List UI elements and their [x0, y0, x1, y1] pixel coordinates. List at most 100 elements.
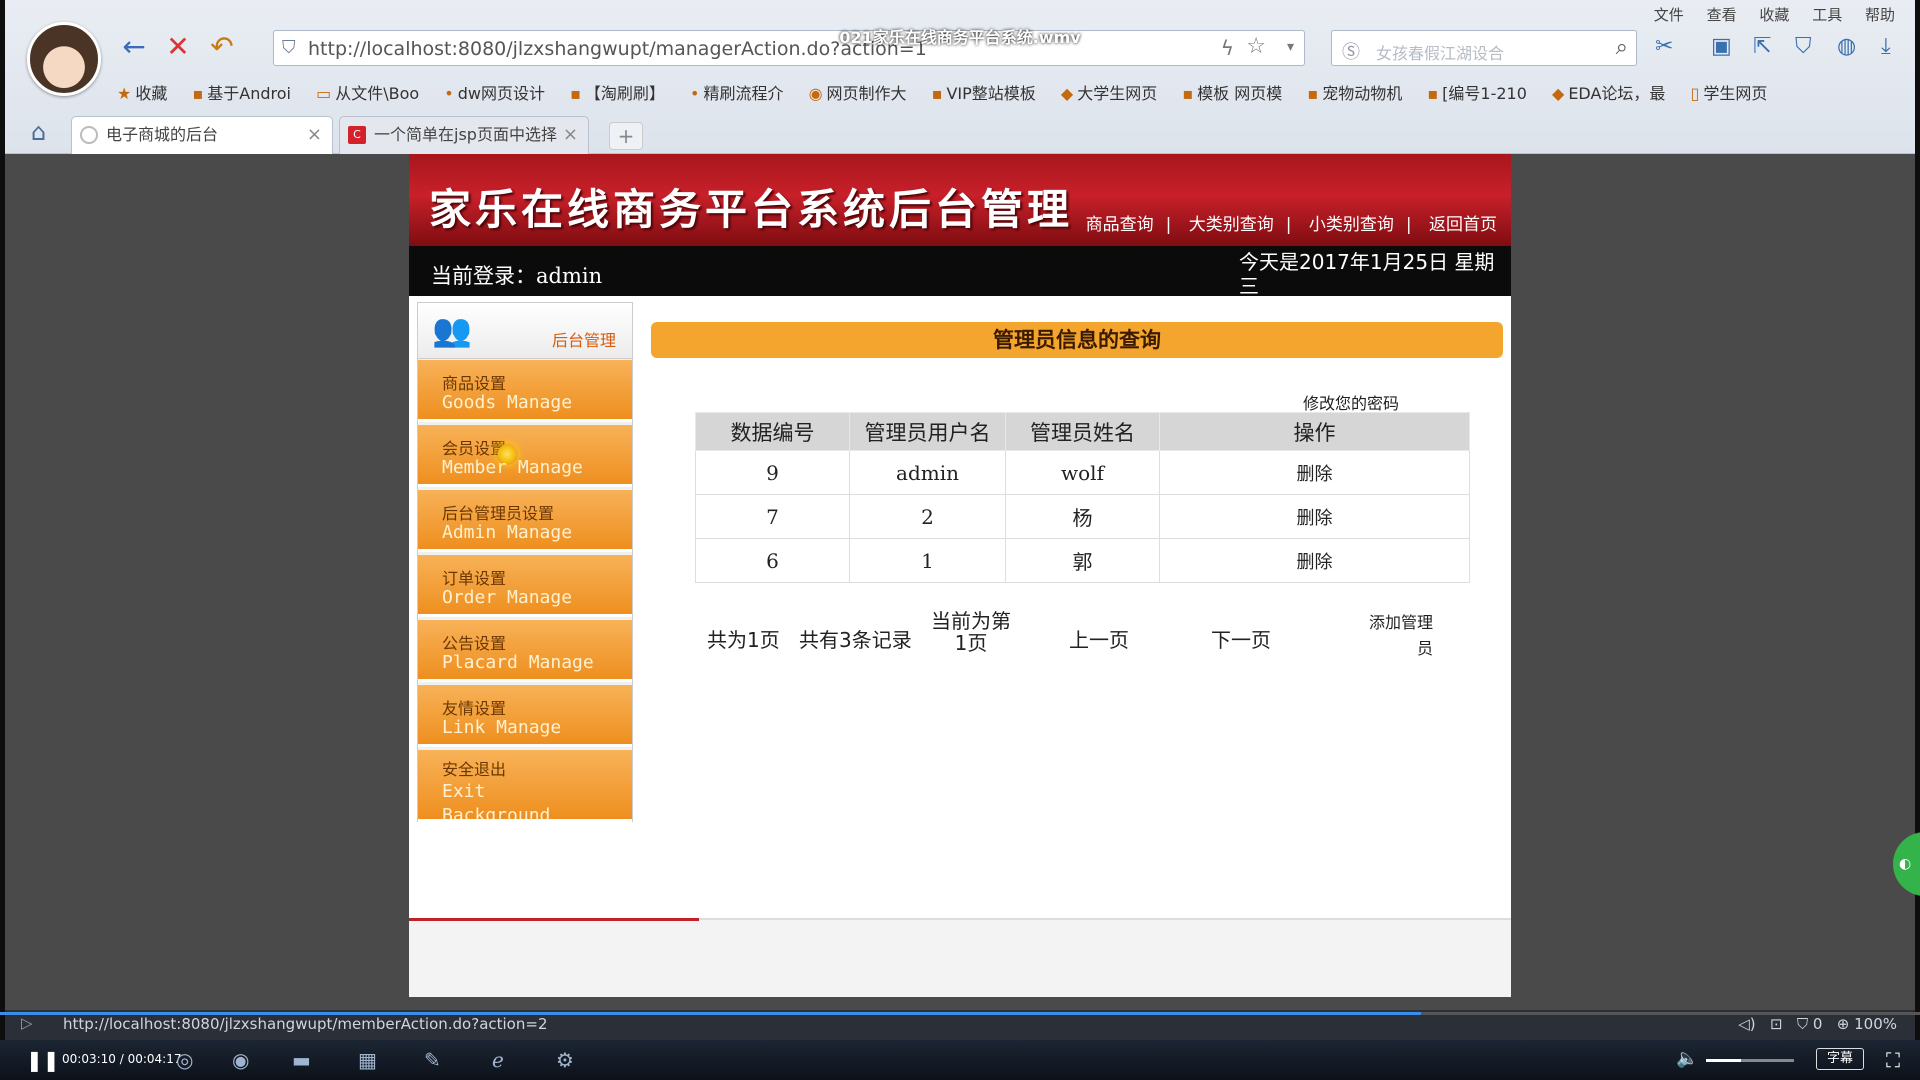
- playback-time: 00:03:10 / 00:04:17: [62, 1052, 182, 1066]
- taskbar-pen-icon[interactable]: ✎: [424, 1048, 441, 1072]
- volume-slider[interactable]: [1706, 1059, 1794, 1062]
- info-bar: 当前登录：admin 今天是2017年1月25日 星期三: [409, 246, 1511, 298]
- bookmark-item[interactable]: ▪ 【淘刷刷】: [570, 80, 665, 104]
- table-header-row: 数据编号 管理员用户名 管理员姓名 操作: [695, 412, 1470, 451]
- taskbar-app-icon[interactable]: ⚙: [556, 1048, 574, 1072]
- taskbar-folder-icon[interactable]: ▬: [292, 1048, 311, 1072]
- menu-view[interactable]: 查看: [1707, 6, 1737, 24]
- taskbar-app-icon[interactable]: ◎: [176, 1048, 193, 1072]
- bookmark-item[interactable]: ▪ VIP整站模板: [932, 80, 1036, 104]
- tab-label: 电子商城的后台: [106, 125, 219, 144]
- add-admin-link[interactable]: 添加管理员: [1363, 610, 1433, 662]
- bookmark-icon: ▪: [1307, 84, 1319, 103]
- delete-link[interactable]: 删除: [1159, 494, 1470, 539]
- taskbar-browser-icon[interactable]: ◉: [232, 1048, 249, 1072]
- menu-favorites[interactable]: 收藏: [1759, 6, 1789, 24]
- bookmarks-bar: ★ 收藏 ▪ 基于Androi ▭ 从文件\Boo • dw网页设计 ▪ 【淘刷刷】 • 精…: [117, 80, 1787, 104]
- bookmark-item[interactable]: ▭ 从文件\Boo: [316, 80, 419, 104]
- zoom-level[interactable]: 100%: [1854, 1015, 1897, 1033]
- nav-home[interactable]: 返回首页: [1429, 215, 1497, 235]
- bookmark-icon: ▪: [192, 84, 204, 103]
- taskbar-ie-icon[interactable]: ℯ: [492, 1048, 504, 1072]
- bookmark-item[interactable]: • dw网页设计: [444, 80, 545, 104]
- volume-fill: [1706, 1059, 1742, 1062]
- bookmark-item[interactable]: ▪ 基于Androi: [192, 80, 291, 104]
- menu-bar: 文件 查看 收藏 工具 帮助: [1636, 4, 1895, 25]
- nav-goods-query[interactable]: 商品查询: [1086, 215, 1154, 235]
- pause-icon[interactable]: ❚❚: [26, 1048, 60, 1072]
- bookmark-item[interactable]: • 精刷流程介: [690, 80, 783, 104]
- bookmark-item[interactable]: ▪ 宠物动物机: [1307, 80, 1402, 104]
- login-user: admin: [536, 264, 603, 288]
- sidebar-item-exit[interactable]: 安全退出 Exit Background: [418, 750, 632, 822]
- bookmark-icon: ▪: [931, 84, 943, 103]
- page-icon: ▷: [21, 1014, 33, 1032]
- sidebar-item-goods[interactable]: 商品设置 Goods Manage: [418, 360, 632, 422]
- cell-username: 2: [849, 494, 1006, 539]
- bookmark-item[interactable]: ▪ 模板 网页模: [1182, 80, 1282, 104]
- bookmark-icon: ▪: [570, 84, 581, 103]
- fullscreen-icon[interactable]: ⛶: [1886, 1048, 1900, 1072]
- bookmark-item[interactable]: ◉ 网页制作大: [809, 80, 907, 104]
- sidebar-item-placard[interactable]: 公告设置 Placard Manage: [418, 620, 632, 682]
- close-icon[interactable]: ×: [307, 117, 322, 153]
- next-page-link[interactable]: 下一页: [1211, 624, 1271, 653]
- menu-help[interactable]: 帮助: [1865, 6, 1895, 24]
- menu-tools[interactable]: 工具: [1812, 6, 1842, 24]
- sidebar-item-link[interactable]: 友情设置 Link Manage: [418, 685, 632, 747]
- bookmark-icon: ◆: [1552, 84, 1565, 103]
- delete-link[interactable]: 删除: [1159, 450, 1470, 495]
- bookmark-item[interactable]: ▪ [编号1-210: [1427, 80, 1527, 104]
- menu-file[interactable]: 文件: [1654, 6, 1684, 24]
- tab-strip: ⌂ 电子商城的后台 × C 一个简单在jsp页面中选择 × +: [5, 116, 1915, 154]
- status-right: ◁) ⊡ ⛉ 0 ⊕ 100%: [1738, 1015, 1897, 1033]
- shield-icon[interactable]: ⛉: [1797, 1015, 1808, 1033]
- loading-icon: [80, 126, 98, 144]
- change-password-link[interactable]: 修改您的密码: [1303, 390, 1399, 414]
- nav-category-query[interactable]: 大类别查询: [1189, 215, 1274, 235]
- zoom-icon[interactable]: ⊕: [1837, 1015, 1850, 1033]
- banner-title: 家乐在线商务平台系统后台管理: [429, 185, 1074, 234]
- pager-current: 当前为第1页: [931, 609, 1011, 655]
- delete-link[interactable]: 删除: [1159, 538, 1470, 583]
- close-icon[interactable]: ×: [563, 117, 578, 153]
- home-icon[interactable]: ⌂: [31, 118, 46, 146]
- status-url: http://localhost:8080/jlzxshangwupt/memb…: [63, 1015, 548, 1033]
- prev-page-link[interactable]: 上一页: [1069, 624, 1129, 653]
- cell-id: 6: [695, 538, 850, 583]
- sidebar-item-order[interactable]: 订单设置 Order Manage: [418, 555, 632, 617]
- content-title: 管理员信息的查询: [651, 322, 1503, 358]
- taskbar-app-icon[interactable]: ▦: [358, 1048, 377, 1072]
- new-tab-button[interactable]: +: [609, 122, 643, 150]
- sidebar-header-label: 后台管理: [551, 331, 616, 350]
- bookmark-item[interactable]: ◆ 大学生网页: [1061, 80, 1157, 104]
- bookmark-icon: •: [690, 84, 700, 103]
- admin-table: 数据编号 管理员用户名 管理员姓名 操作 9 admin wolf 删除 7 2…: [695, 412, 1470, 583]
- tab-admin-backend[interactable]: 电子商城的后台 ×: [71, 116, 333, 154]
- top-nav: 商品查询 | 大类别查询 | 小类别查询 | 返回首页: [1085, 215, 1497, 235]
- floating-chat-button[interactable]: ◐: [1893, 832, 1920, 896]
- speaker-icon[interactable]: ◁): [1738, 1015, 1755, 1033]
- nav-subcategory-query[interactable]: 小类别查询: [1309, 215, 1394, 235]
- browser-viewport: 家乐在线商务平台系统后台管理 商品查询 | 大类别查询 | 小类别查询 | 返回首页 …: [5, 154, 1920, 1010]
- video-progress-bar[interactable]: [0, 1012, 1920, 1015]
- cell-id: 9: [695, 450, 850, 495]
- volume-icon[interactable]: 🔈: [1676, 1048, 1698, 1069]
- page-footer: [409, 918, 1511, 997]
- sidebar-item-member[interactable]: 会员设置 Member Manage: [418, 425, 632, 487]
- player-controls: ❚❚ 00:03:10 / 00:04:17 ◎ ◉ ▬ ▦ ✎ ℯ ⚙ 🔈 字…: [0, 1040, 1920, 1080]
- lock-icon[interactable]: ⊡: [1770, 1015, 1783, 1033]
- folder-icon: ▭: [316, 84, 332, 103]
- tab-jsp-page[interactable]: C 一个简单在jsp页面中选择 ×: [339, 116, 589, 154]
- status-count: 0: [1812, 1015, 1823, 1033]
- sidebar: 👥 后台管理 商品设置 Goods Manage 会员设置 Member Man…: [417, 302, 633, 822]
- cell-name: wolf: [1005, 450, 1160, 495]
- bookmark-item[interactable]: ◆ EDA论坛，最: [1552, 80, 1665, 104]
- table-row: 7 2 杨 删除: [695, 494, 1470, 539]
- bookmark-item[interactable]: ▯ 学生网页: [1691, 80, 1768, 104]
- cell-username: 1: [849, 538, 1006, 583]
- caption-button[interactable]: 字幕: [1816, 1048, 1864, 1070]
- bookmark-item[interactable]: ★ 收藏: [117, 80, 167, 104]
- bookmark-icon: ▪: [1182, 84, 1194, 103]
- sidebar-item-admin[interactable]: 后台管理员设置 Admin Manage: [418, 490, 632, 552]
